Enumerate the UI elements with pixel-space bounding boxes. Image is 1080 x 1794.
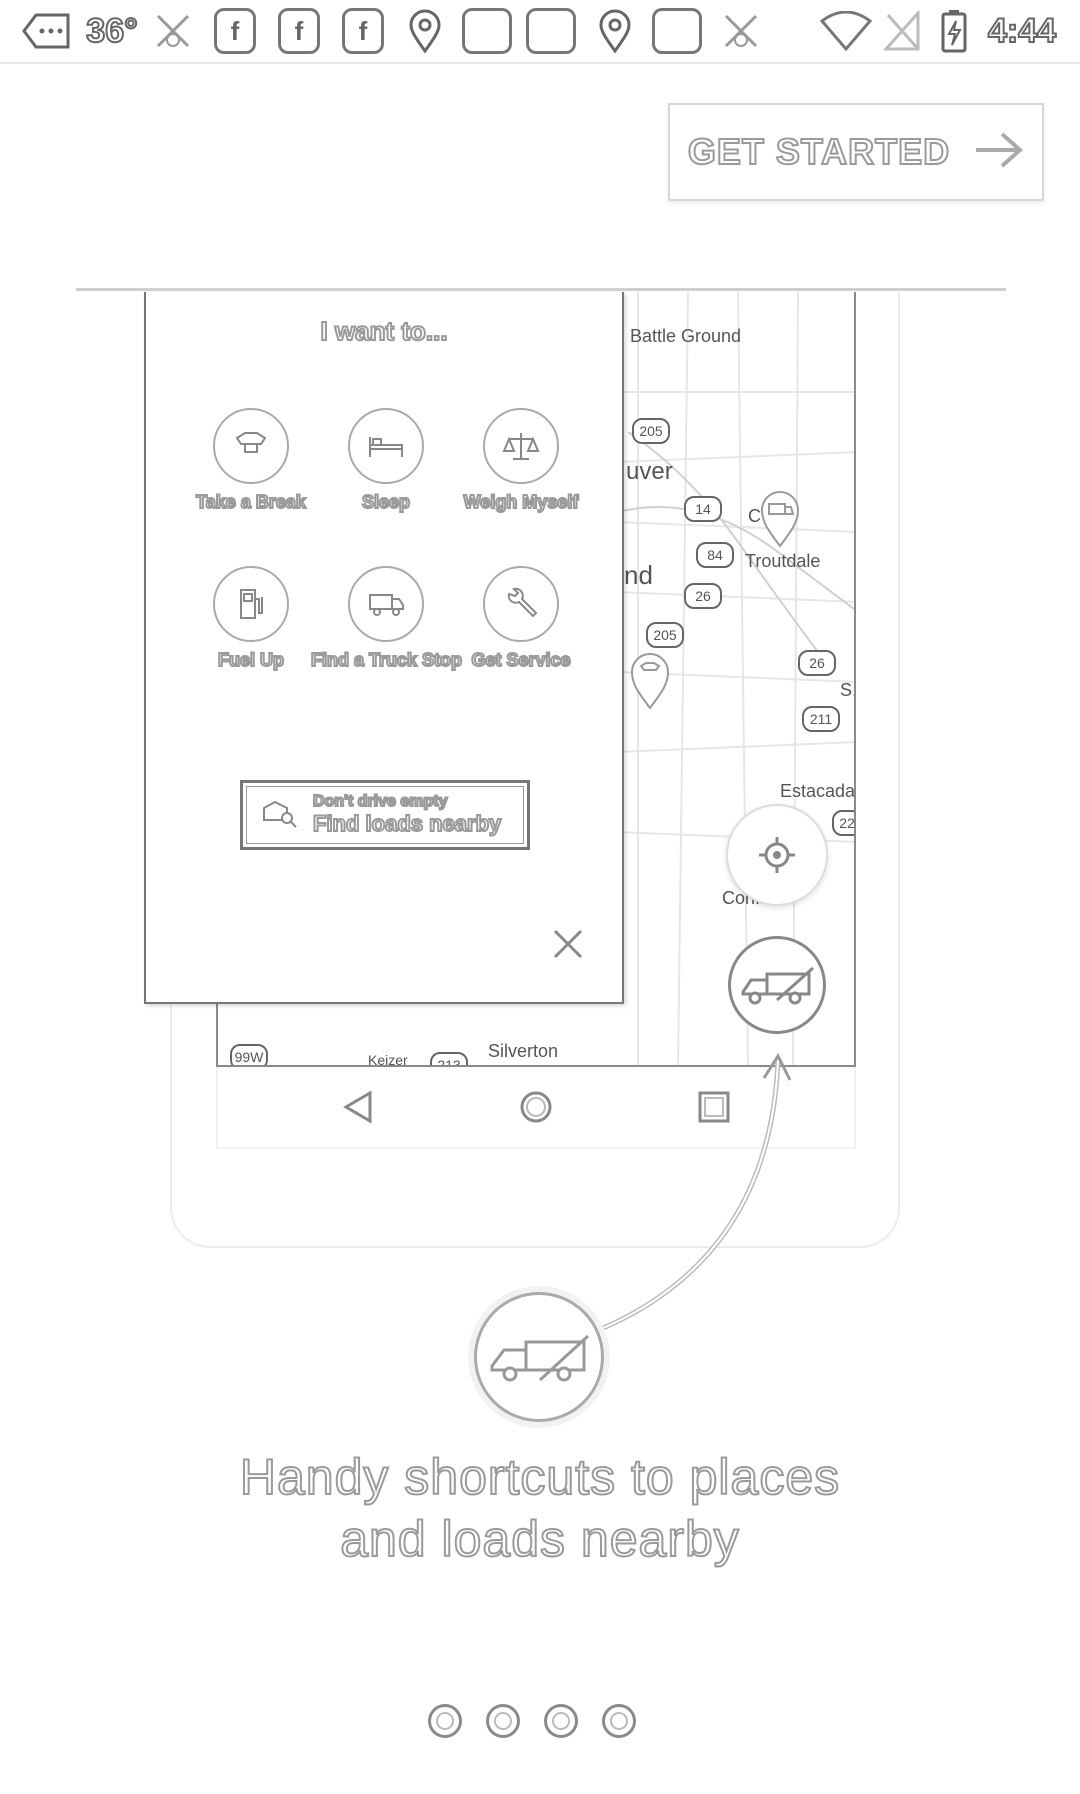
home-icon: [518, 1089, 554, 1130]
truck-icon: [348, 566, 424, 642]
blank-app-icon: [526, 8, 576, 54]
page-dot[interactable]: [486, 1704, 520, 1738]
crosshair-icon: [759, 837, 795, 873]
page-dot[interactable]: [544, 1704, 578, 1738]
map-label: S.: [840, 680, 856, 700]
truck-search-icon: [261, 798, 299, 833]
recents-icon: [696, 1089, 732, 1130]
highway-shield: 22: [832, 810, 854, 836]
highway-shield: 213: [430, 1052, 468, 1065]
highway-shield: 14: [684, 496, 722, 522]
peace-icon: [150, 8, 196, 54]
menu-item-label: Weigh Myself: [463, 491, 580, 513]
clock: 4:44: [987, 11, 1057, 51]
highway-shield: 205: [646, 622, 684, 648]
shortcut-menu-card: I want to... Take a Break Sleep Weigh My…: [144, 292, 624, 1004]
highway-shield: 84: [696, 542, 734, 568]
caption-line-2: and loads nearby: [339, 1510, 740, 1568]
page-dot[interactable]: [602, 1704, 636, 1738]
phone-top-edge: [76, 288, 1006, 291]
map-label: Battle Ground: [630, 326, 742, 346]
more-icon: [22, 8, 72, 54]
weigh-myself-button[interactable]: Weigh Myself: [446, 408, 596, 513]
arrow-right-icon: [974, 130, 1024, 175]
facebook-icon: f: [342, 8, 384, 54]
battery-charging-icon: [938, 8, 970, 54]
loads-label: Find loads nearby: [312, 810, 502, 837]
fuel-pump-icon: [213, 566, 289, 642]
blank-app-icon: [462, 8, 512, 54]
get-started-label: GET STARTED: [687, 130, 951, 173]
truck-pin-icon: [758, 488, 802, 553]
back-icon: [340, 1089, 376, 1130]
shirt-pin-icon: [628, 650, 672, 715]
wifi-icon: [820, 8, 872, 54]
facebook-icon: f: [278, 8, 320, 54]
get-started-button[interactable]: GET STARTED: [668, 103, 1044, 201]
truck-icon: [741, 966, 814, 1005]
truck-icon: [490, 1334, 590, 1382]
menu-item-label: Get Service: [470, 649, 571, 671]
wrench-icon: [483, 566, 559, 642]
sleep-button[interactable]: Sleep: [311, 408, 461, 513]
caption-line-1: Handy shortcuts to places: [239, 1448, 841, 1506]
facebook-icon: f: [214, 8, 256, 54]
highway-shield: 205: [632, 418, 670, 444]
page-indicator: [428, 1704, 636, 1738]
take-a-break-button[interactable]: Take a Break: [176, 408, 326, 513]
map-label: uver: [626, 458, 673, 485]
highway-shield: 211: [802, 706, 840, 732]
map-label: Troutdale: [745, 551, 821, 571]
page-dot[interactable]: [428, 1704, 462, 1738]
shirt-icon: [213, 408, 289, 484]
my-location-button[interactable]: [726, 804, 828, 906]
get-service-button[interactable]: Get Service: [446, 566, 596, 671]
fuel-up-button[interactable]: Fuel Up: [176, 566, 326, 671]
close-icon: [553, 929, 583, 959]
highway-shield: 26: [798, 650, 836, 676]
shortcuts-feature-icon: [474, 1292, 604, 1422]
map-label: Estacada: [780, 781, 856, 801]
shortcuts-fab[interactable]: [728, 936, 826, 1034]
menu-item-label: Find a Truck Stop: [310, 649, 463, 671]
menu-item-label: Fuel Up: [217, 649, 285, 671]
no-sim-icon: [882, 8, 922, 54]
temperature: 36°: [85, 11, 138, 51]
menu-item-label: Take a Break: [195, 491, 307, 513]
blank-app-icon: [652, 8, 702, 54]
phone-nav-bar: [216, 1067, 856, 1149]
highway-shield: 99W: [230, 1044, 268, 1065]
map-label: Silverton: [488, 1041, 559, 1061]
onboarding-caption: Handy shortcuts to places and loads near…: [0, 1446, 1080, 1570]
find-truck-stop-button[interactable]: Find a Truck Stop: [310, 566, 463, 671]
location-icon: [594, 8, 636, 54]
scale-icon: [483, 408, 559, 484]
bed-icon: [348, 408, 424, 484]
status-bar: 36° f f f 4:44: [0, 0, 1080, 64]
peace-icon: [718, 8, 764, 54]
find-loads-button[interactable]: Don't drive empty Find loads nearby: [240, 780, 530, 850]
map-label: Keizer: [368, 1052, 408, 1067]
close-button[interactable]: [548, 924, 588, 964]
loads-tagline: Don't drive empty: [312, 792, 449, 811]
map-label: nd: [624, 560, 653, 590]
location-icon: [404, 8, 446, 54]
menu-item-label: Sleep: [361, 491, 411, 513]
menu-title: I want to...: [319, 315, 448, 347]
highway-shield: 26: [684, 583, 722, 609]
